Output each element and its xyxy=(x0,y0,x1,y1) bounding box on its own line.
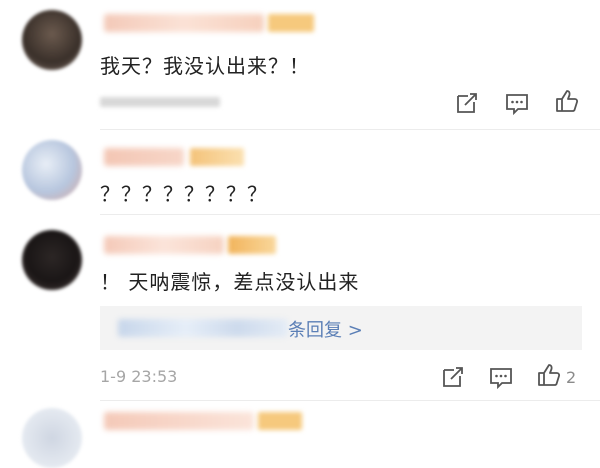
comment-icon[interactable] xyxy=(504,90,530,116)
like-count: 2 xyxy=(566,368,577,387)
comment-text: 我天？我没认出来？！ xyxy=(100,54,310,78)
view-replies-link[interactable]: 条回复 > xyxy=(288,316,363,342)
username[interactable] xyxy=(104,412,254,430)
username[interactable] xyxy=(104,14,264,32)
user-badge xyxy=(228,236,276,254)
reply-preview[interactable]: 条回复 > xyxy=(100,306,582,350)
share-icon[interactable] xyxy=(454,90,480,116)
comment-text: ！ 天呐震惊，差点没认出来 xyxy=(100,270,360,294)
comment-item: ！ 天呐震惊，差点没认出来 条回复 > 1-9 23:53 2 xyxy=(0,210,600,400)
comment-item xyxy=(0,400,600,468)
comment-item: ？？？？？？？？ xyxy=(0,130,600,210)
share-icon[interactable] xyxy=(440,364,466,390)
user-badge xyxy=(268,14,314,32)
username[interactable] xyxy=(104,236,224,254)
user-badge xyxy=(190,148,244,166)
user-badge xyxy=(258,412,302,430)
comment-icon[interactable] xyxy=(488,364,514,390)
like-icon[interactable] xyxy=(536,362,562,388)
avatar[interactable] xyxy=(22,230,82,290)
avatar[interactable] xyxy=(22,408,82,468)
username[interactable] xyxy=(104,148,184,166)
comment-time xyxy=(100,97,220,107)
reply-count xyxy=(118,319,288,337)
comment-item: 我天？我没认出来？！ xyxy=(0,0,600,130)
avatar[interactable] xyxy=(22,10,82,70)
avatar[interactable] xyxy=(22,140,82,200)
comment-time: 1-9 23:53 xyxy=(100,367,178,386)
divider xyxy=(100,214,600,215)
comment-text: ？？？？？？？？ xyxy=(100,182,268,206)
divider xyxy=(100,400,600,401)
like-icon[interactable] xyxy=(554,88,580,114)
